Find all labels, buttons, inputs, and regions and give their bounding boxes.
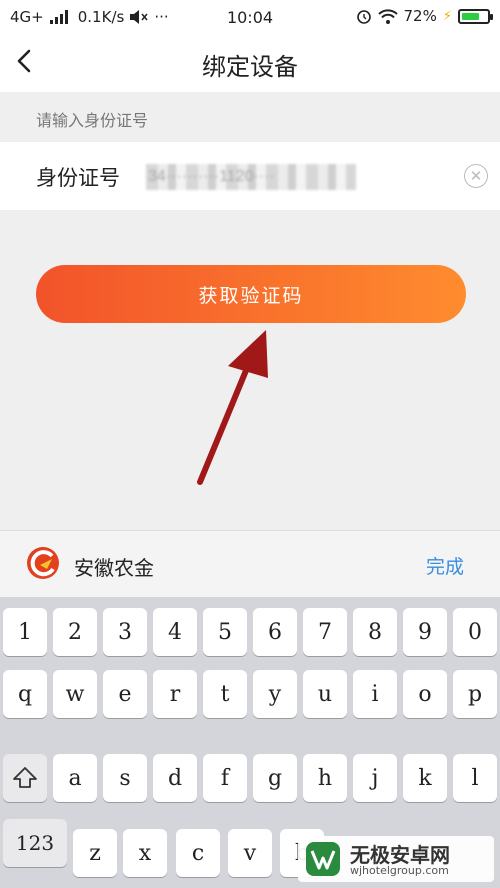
shift-icon[interactable]: [3, 754, 47, 802]
key-123[interactable]: 123: [3, 819, 67, 867]
key-3[interactable]: 3: [103, 608, 147, 656]
clear-icon[interactable]: ✕: [464, 164, 488, 188]
key-2[interactable]: 2: [53, 608, 97, 656]
key-y[interactable]: y: [253, 670, 297, 718]
key-u[interactable]: u: [303, 670, 347, 718]
key-q[interactable]: q: [3, 670, 47, 718]
keyboard-toolbar: 安徽农金 完成: [0, 530, 500, 597]
id-number-row: 身份证号 ✕: [0, 142, 500, 210]
id-number-input[interactable]: [146, 164, 356, 190]
watermark-logo-icon: [306, 842, 340, 876]
key-4[interactable]: 4: [153, 608, 197, 656]
key-f[interactable]: f: [203, 754, 247, 802]
key-w[interactable]: w: [53, 670, 97, 718]
wifi-icon: [377, 8, 398, 24]
form-hint: 请输入身份证号: [0, 92, 500, 142]
watermark: 无极安卓网 wjhotelgroup.com: [298, 836, 494, 882]
key-j[interactable]: j: [353, 754, 397, 802]
key-d[interactable]: d: [153, 754, 197, 802]
key-a[interactable]: a: [53, 754, 97, 802]
red-arrow-icon: [197, 330, 268, 485]
id-number-label: 身份证号: [36, 166, 120, 190]
key-7[interactable]: 7: [303, 608, 347, 656]
key-z[interactable]: z: [73, 829, 117, 877]
battery-icon: [458, 8, 493, 24]
nav-bar: 绑定设备: [0, 34, 500, 92]
key-e[interactable]: e: [103, 670, 147, 718]
key-8[interactable]: 8: [353, 608, 397, 656]
watermark-url: wjhotelgroup.com: [350, 864, 449, 877]
key-5[interactable]: 5: [203, 608, 247, 656]
key-r[interactable]: r: [153, 670, 197, 718]
key-l[interactable]: l: [453, 754, 497, 802]
key-o[interactable]: o: [403, 670, 447, 718]
page-title: 绑定设备: [202, 53, 298, 81]
done-button[interactable]: 完成: [426, 552, 464, 579]
key-x[interactable]: x: [123, 829, 167, 877]
hint-text: 请输入身份证号: [36, 111, 149, 130]
key-v[interactable]: v: [228, 829, 272, 877]
key-6[interactable]: 6: [253, 608, 297, 656]
key-9[interactable]: 9: [403, 608, 447, 656]
key-g[interactable]: g: [253, 754, 297, 802]
key-s[interactable]: s: [103, 754, 147, 802]
key-k[interactable]: k: [403, 754, 447, 802]
key-t[interactable]: t: [203, 670, 247, 718]
key-1[interactable]: 1: [3, 608, 47, 656]
alarm-icon: [356, 10, 371, 24]
status-bar: 4G+ 0.1K/s ··· 10:04 72% ⚡: [0, 0, 500, 34]
key-p[interactable]: p: [453, 670, 497, 718]
get-verification-code-button[interactable]: 获取验证码: [36, 265, 466, 323]
key-i[interactable]: i: [353, 670, 397, 718]
key-c[interactable]: c: [176, 829, 220, 877]
key-0[interactable]: 0: [453, 608, 497, 656]
key-h[interactable]: h: [303, 754, 347, 802]
charging-icon: ⚡: [442, 8, 452, 24]
bank-logo-icon: [27, 547, 59, 579]
bank-name: 安徽农金: [74, 556, 154, 580]
battery-percent: 72%: [403, 7, 437, 25]
